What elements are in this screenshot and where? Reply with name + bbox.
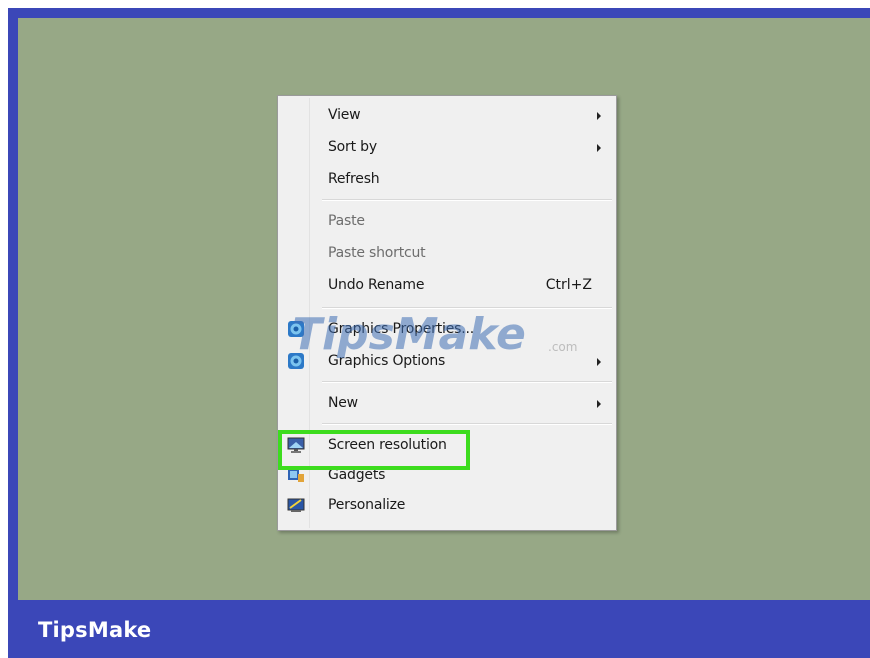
menu-item-label: Refresh — [328, 171, 380, 187]
menu-item-view[interactable]: View — [280, 101, 614, 129]
menu-separator — [322, 307, 612, 309]
intel-graphics-icon — [288, 321, 304, 337]
menu-item-undo-rename[interactable]: Undo Rename Ctrl+Z — [280, 271, 614, 299]
submenu-arrow-icon — [597, 112, 601, 120]
screen-resolution-highlight-box — [278, 430, 470, 470]
menu-item-graphics-options[interactable]: Graphics Options — [280, 347, 614, 375]
menu-item-graphics-properties[interactable]: Graphics Properties... — [280, 315, 614, 343]
image-frame: View Sort by Refresh Paste Paste shortcu… — [8, 8, 870, 658]
menu-item-label: Undo Rename — [328, 277, 425, 293]
menu-item-label: View — [328, 107, 361, 123]
menu-item-sort-by[interactable]: Sort by — [280, 133, 614, 161]
menu-item-new[interactable]: New — [280, 389, 614, 417]
menu-item-label: Paste — [328, 213, 365, 229]
keyboard-shortcut: Ctrl+Z — [545, 277, 592, 293]
personalize-icon — [287, 498, 305, 512]
menu-separator — [322, 423, 612, 425]
submenu-arrow-icon — [597, 144, 601, 152]
submenu-arrow-icon — [597, 400, 601, 408]
menu-item-label: Graphics Options — [328, 353, 446, 369]
menu-item-label: Personalize — [328, 497, 406, 513]
menu-item-label: Sort by — [328, 139, 377, 155]
footer-bar: TipsMake — [8, 600, 870, 658]
menu-item-refresh[interactable]: Refresh — [280, 165, 614, 193]
intel-graphics-icon — [288, 353, 304, 369]
menu-item-label: New — [328, 395, 358, 411]
menu-item-paste: Paste — [280, 207, 614, 235]
menu-item-label: Paste shortcut — [328, 245, 426, 261]
menu-item-paste-shortcut: Paste shortcut — [280, 239, 614, 267]
submenu-arrow-icon — [597, 358, 601, 366]
menu-separator — [322, 199, 612, 201]
brand-name: TipsMake — [38, 618, 152, 642]
menu-item-personalize[interactable]: Personalize — [280, 491, 614, 519]
menu-item-label: Graphics Properties... — [328, 321, 474, 337]
menu-separator — [322, 381, 612, 383]
